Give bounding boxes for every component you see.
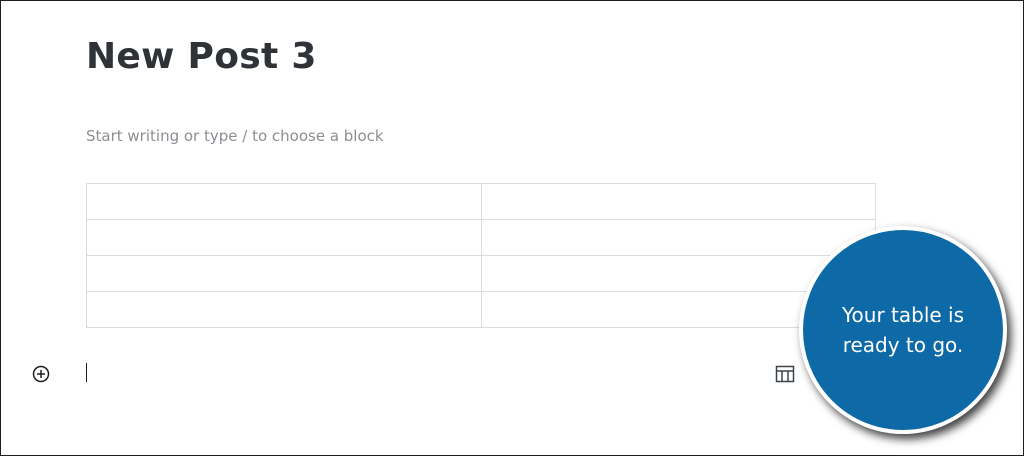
text-cursor	[86, 363, 87, 382]
block-placeholder[interactable]: Start writing or type / to choose a bloc…	[86, 125, 384, 147]
table-body	[86, 183, 876, 328]
table-cell[interactable]	[86, 219, 482, 256]
table-cell[interactable]	[86, 183, 482, 220]
table-row	[86, 255, 876, 292]
table-cell[interactable]	[480, 183, 876, 220]
plus-circle-icon	[32, 365, 50, 383]
block-inserter-button[interactable]	[31, 364, 51, 384]
table-block[interactable]	[86, 183, 876, 328]
table-icon	[775, 365, 795, 383]
post-title[interactable]: New Post 3	[86, 34, 317, 80]
table-cell[interactable]	[86, 291, 482, 328]
callout-bubble: Your table is ready to go.	[799, 226, 1007, 434]
table-cell[interactable]	[480, 219, 876, 256]
table-row	[86, 183, 876, 220]
insert-table-button[interactable]	[774, 363, 796, 385]
callout-text: Your table is ready to go.	[841, 303, 965, 357]
table-row	[86, 291, 876, 328]
table-row	[86, 219, 876, 256]
table-cell[interactable]	[86, 255, 482, 292]
